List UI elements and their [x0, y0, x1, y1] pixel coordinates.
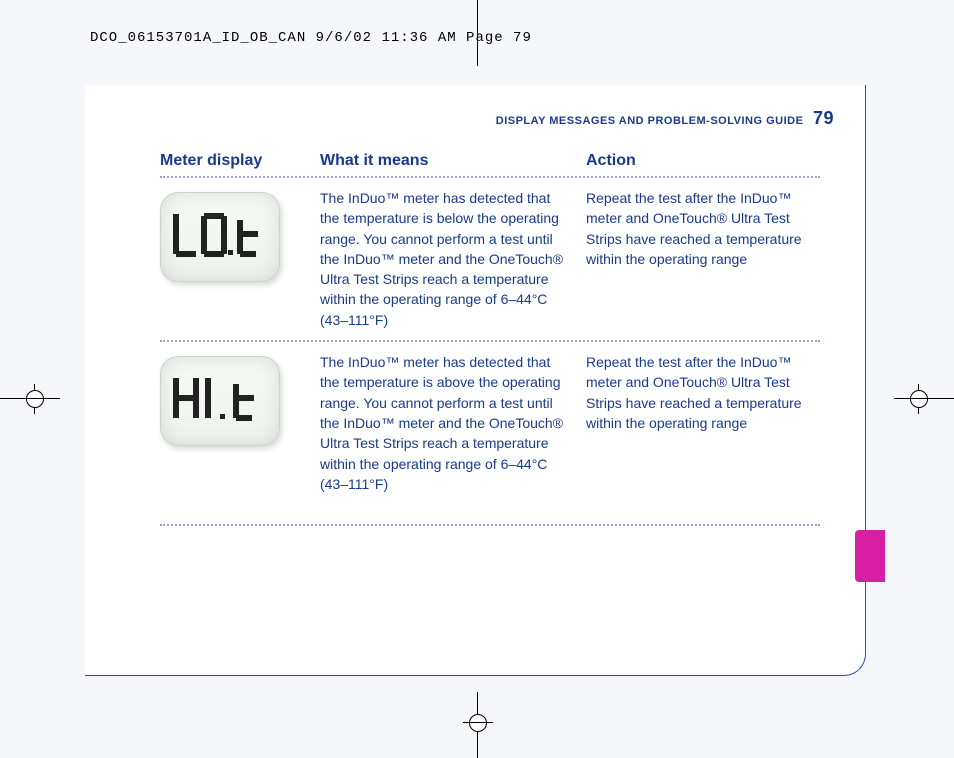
divider: [160, 176, 820, 178]
registration-mark-bottom: [463, 708, 493, 738]
divider: [160, 340, 820, 342]
page-number: 79: [813, 108, 834, 128]
print-slug: DCO_06153701A_ID_OB_CAN 9/6/02 11:36 AM …: [90, 30, 532, 46]
running-head: DISPLAY MESSAGES AND PROBLEM-SOLVING GUI…: [496, 108, 834, 129]
what-it-means-text: The InDuo™ meter has detected that the t…: [320, 352, 586, 494]
col-action: Action: [586, 152, 820, 170]
action-text: Repeat the test after the InDuo™ meter a…: [586, 188, 820, 330]
lcd-hi-t-icon: [160, 356, 280, 446]
section-title: DISPLAY MESSAGES AND PROBLEM-SOLVING GUI…: [496, 115, 804, 127]
col-what-it-means: What it means: [320, 152, 586, 170]
table-row: The InDuo™ meter has detected that the t…: [160, 352, 820, 494]
section-tab: [855, 530, 885, 582]
what-it-means-text: The InDuo™ meter has detected that the t…: [320, 188, 586, 330]
col-meter-display: Meter display: [160, 152, 320, 170]
divider: [160, 524, 820, 526]
meter-display-cell: [160, 352, 320, 494]
table-row: The InDuo™ meter has detected that the t…: [160, 188, 820, 330]
meter-display-cell: [160, 188, 320, 330]
column-headers: Meter display What it means Action: [160, 152, 820, 170]
action-text: Repeat the test after the InDuo™ meter a…: [586, 352, 820, 494]
content-table: Meter display What it means Action The I…: [160, 152, 820, 536]
registration-mark-right: [904, 384, 934, 414]
lcd-lo-t-icon: [160, 192, 280, 282]
registration-mark-left: [20, 384, 50, 414]
